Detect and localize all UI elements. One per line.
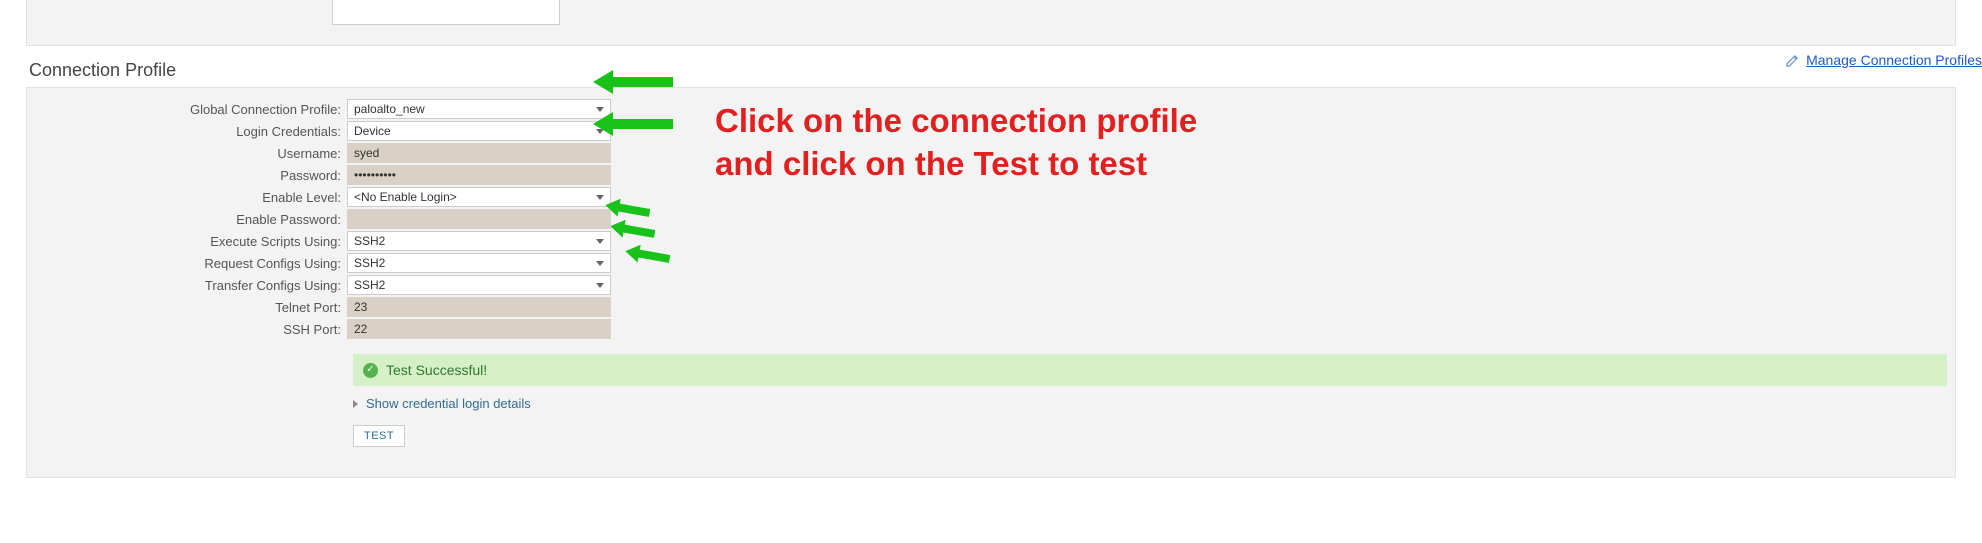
- ssh-port-label: SSH Port:: [27, 322, 347, 337]
- annotation-line2: and click on the Test to test: [715, 143, 1197, 186]
- chevron-down-icon: [596, 261, 604, 266]
- manage-connection-profiles-link[interactable]: Manage Connection Profiles: [1806, 52, 1982, 68]
- global-connection-profile-label: Global Connection Profile:: [27, 102, 347, 117]
- telnet-port-field: 23: [347, 297, 611, 317]
- transfer-configs-value: SSH2: [354, 278, 385, 292]
- test-button[interactable]: TEST: [353, 425, 405, 447]
- chevron-down-icon: [596, 239, 604, 244]
- enable-level-select[interactable]: <No Enable Login>: [347, 187, 611, 207]
- chevron-down-icon: [596, 107, 604, 112]
- success-icon: ✓: [363, 363, 378, 378]
- show-credential-login-details-link[interactable]: Show credential login details: [353, 396, 1955, 411]
- transfer-configs-select[interactable]: SSH2: [347, 275, 611, 295]
- enable-password-label: Enable Password:: [27, 212, 347, 227]
- show-details-label: Show credential login details: [366, 396, 531, 411]
- password-field: ••••••••••: [347, 165, 611, 185]
- ssh-port-field: 22: [347, 319, 611, 339]
- global-connection-profile-select[interactable]: paloalto_new: [347, 99, 611, 119]
- chevron-down-icon: [596, 283, 604, 288]
- password-value: ••••••••••: [354, 168, 396, 182]
- annotation-text: Click on the connection profile and clic…: [715, 100, 1197, 186]
- chevron-down-icon: [596, 195, 604, 200]
- annotation-line1: Click on the connection profile: [715, 100, 1197, 143]
- username-value: syed: [354, 146, 379, 160]
- execute-scripts-select[interactable]: SSH2: [347, 231, 611, 251]
- panel-title: Connection Profile: [29, 60, 1982, 81]
- global-connection-profile-value: paloalto_new: [354, 102, 425, 116]
- transfer-configs-label: Transfer Configs Using:: [27, 278, 347, 293]
- edit-icon: [1785, 53, 1800, 68]
- execute-scripts-label: Execute Scripts Using:: [27, 234, 347, 249]
- telnet-port-value: 23: [354, 300, 367, 314]
- login-credentials-select[interactable]: Device: [347, 121, 611, 141]
- execute-scripts-value: SSH2: [354, 234, 385, 248]
- ssh-port-value: 22: [354, 322, 367, 336]
- test-status-text: Test Successful!: [386, 362, 487, 378]
- password-label: Password:: [27, 168, 347, 183]
- chevron-down-icon: [596, 129, 604, 134]
- previous-panel-input: [332, 0, 560, 25]
- username-field: syed: [347, 143, 611, 163]
- username-label: Username:: [27, 146, 347, 161]
- login-credentials-label: Login Credentials:: [27, 124, 347, 139]
- previous-panel-bottom: [26, 0, 1956, 46]
- enable-level-label: Enable Level:: [27, 190, 347, 205]
- telnet-port-label: Telnet Port:: [27, 300, 347, 315]
- login-credentials-value: Device: [354, 124, 391, 138]
- test-status-bar: ✓ Test Successful!: [353, 354, 1947, 386]
- request-configs-value: SSH2: [354, 256, 385, 270]
- request-configs-select[interactable]: SSH2: [347, 253, 611, 273]
- enable-level-value: <No Enable Login>: [354, 190, 457, 204]
- enable-password-field: [347, 209, 611, 229]
- request-configs-label: Request Configs Using:: [27, 256, 347, 271]
- chevron-right-icon: [353, 400, 358, 408]
